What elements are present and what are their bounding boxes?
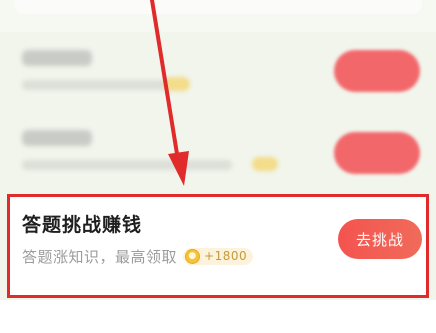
red-arrow-icon [150, 0, 189, 186]
arrow-shaft [150, 0, 180, 162]
arrow-head [168, 151, 189, 186]
